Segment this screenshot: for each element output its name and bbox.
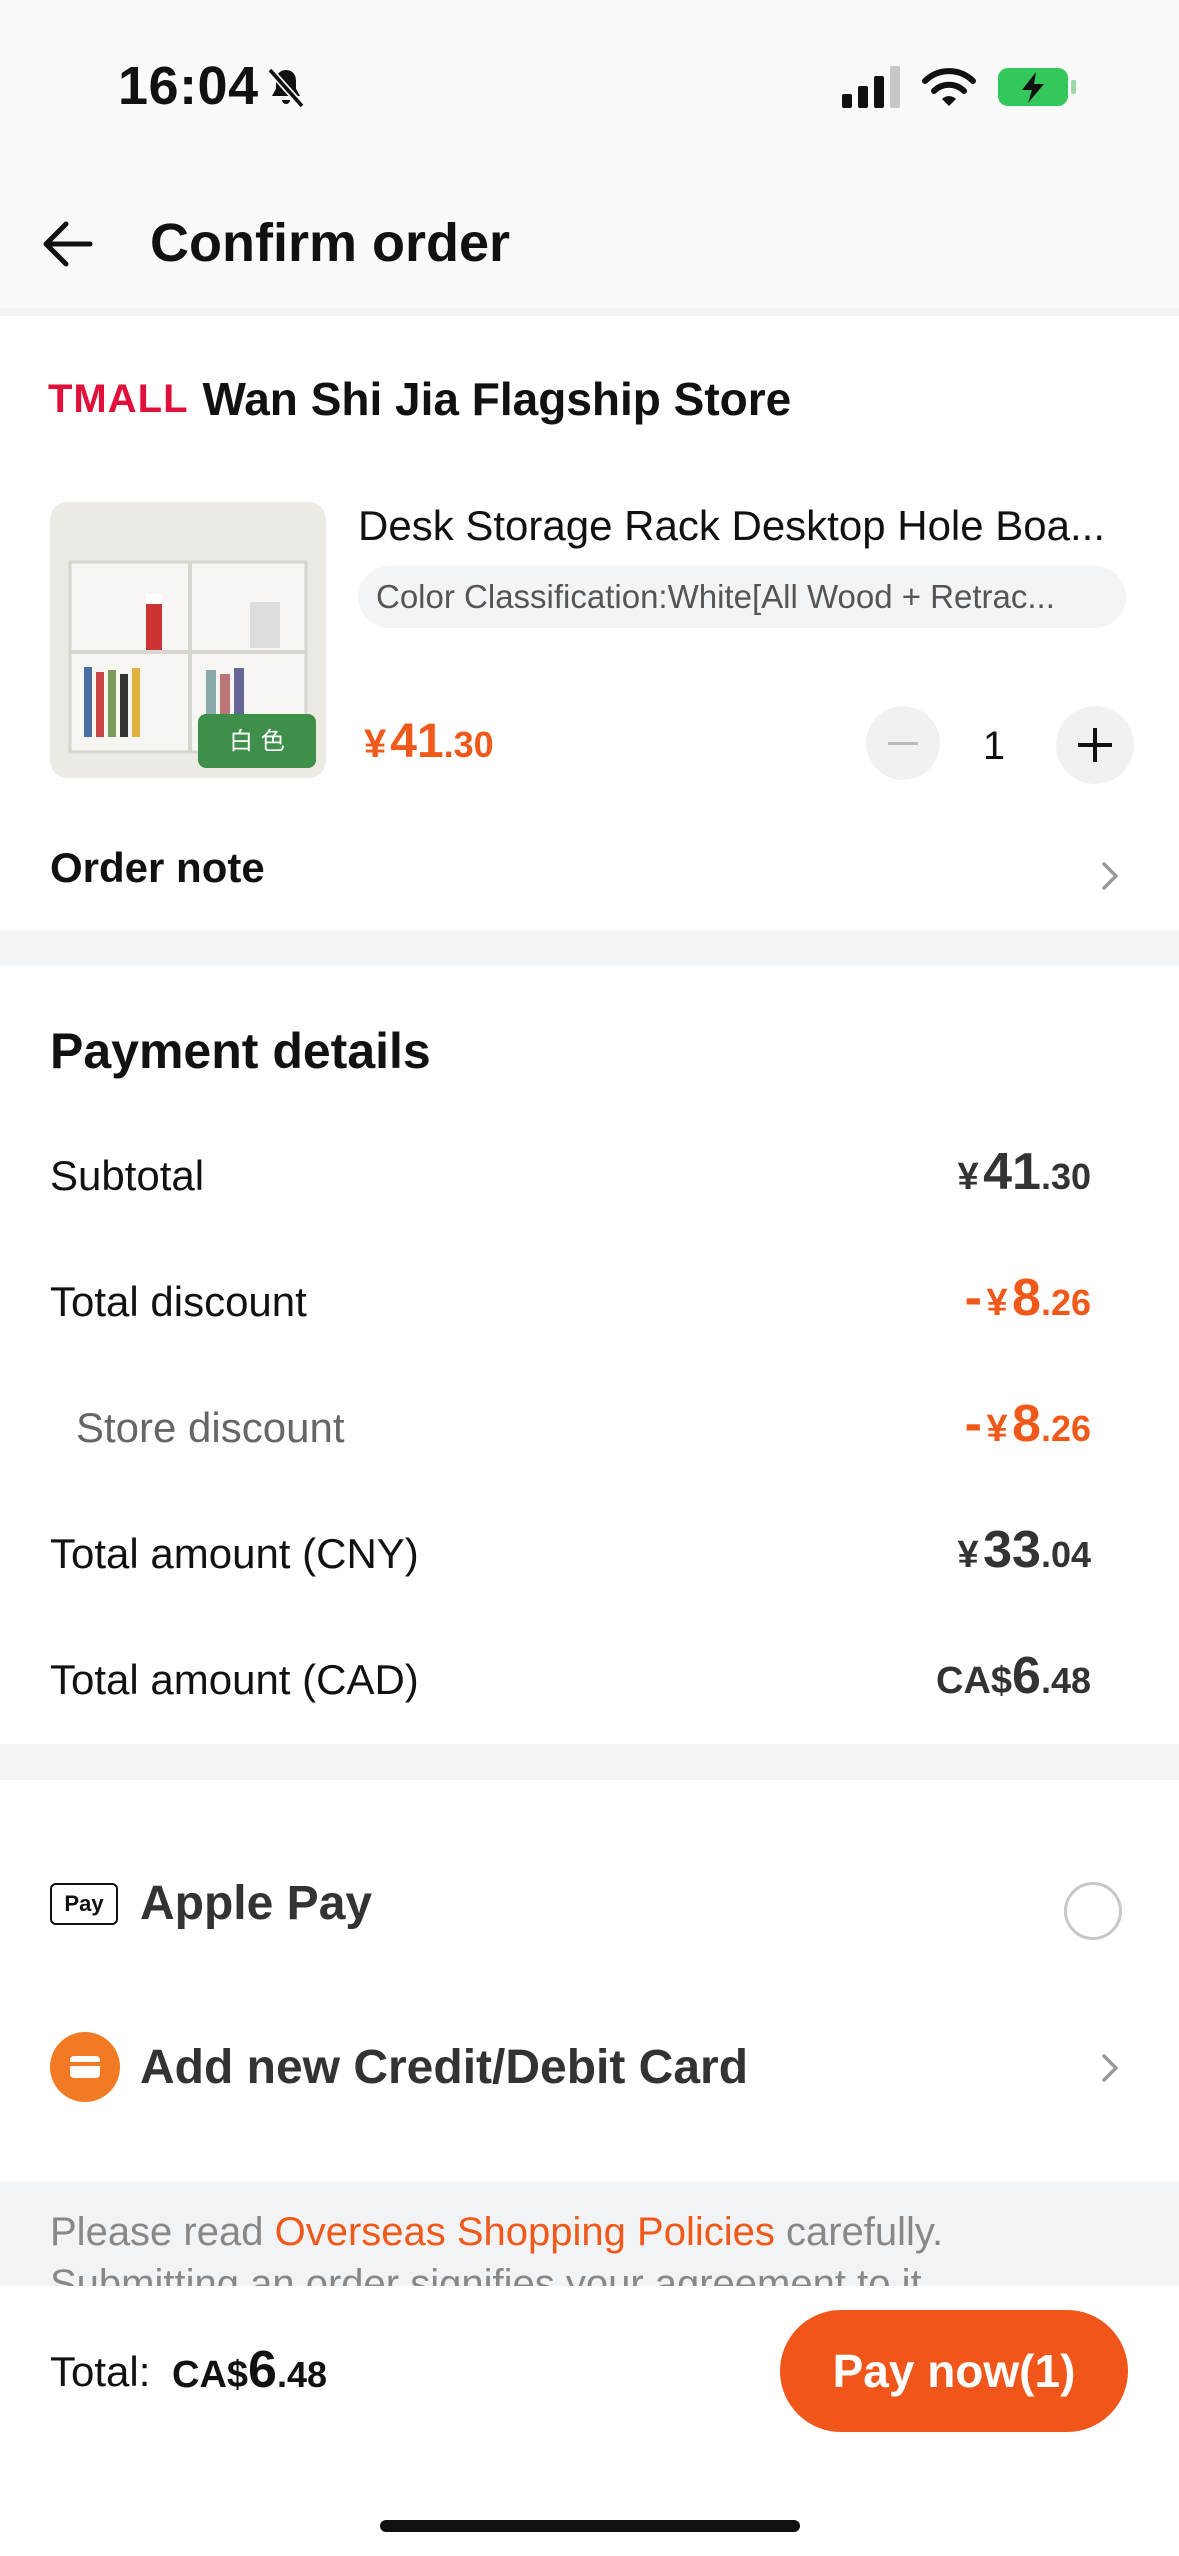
subtotal-label: Subtotal <box>50 1152 205 1199</box>
credit-card-icon <box>50 2032 120 2102</box>
notice-suffix: carefully. <box>774 2210 944 2254</box>
total-cny-value: ¥ 33.04 <box>957 1521 1091 1579</box>
cellular-signal-icon <box>842 66 900 108</box>
wifi-icon <box>922 68 976 106</box>
product-thumbnail[interactable]: 白 色 <box>50 502 326 778</box>
header: Confirm order <box>0 176 1179 308</box>
apple-pay-logo-icon: Pay <box>50 1882 118 1925</box>
store-discount-label: Store discount <box>76 1404 345 1451</box>
chevron-right-icon[interactable] <box>1090 856 1130 896</box>
total-discount-value: - ¥ 8.26 <box>964 1269 1091 1327</box>
quantity-value[interactable]: 1 <box>958 706 1030 786</box>
product-color-badge: 白 色 <box>198 714 316 768</box>
unit-price-dec: .30 <box>443 724 494 765</box>
product-sku[interactable]: Color Classification:White[All Wood + Re… <box>358 566 1126 628</box>
subtotal-value: ¥ 41.30 <box>957 1143 1091 1201</box>
home-indicator <box>380 2520 800 2532</box>
total-discount-label: Total discount <box>50 1278 307 1325</box>
page-title: Confirm order <box>150 213 511 273</box>
status-bar: 16:04 <box>0 0 1179 176</box>
total-cad-label: Total amount (CAD) <box>50 1656 419 1703</box>
payment-methods-card: Pay Apple Pay Add new Credit/Debit Card <box>0 1780 1179 2182</box>
store-discount-value: - ¥ 8.26 <box>964 1395 1091 1453</box>
payment-details-title: Payment details <box>50 1023 431 1079</box>
arrow-left-icon[interactable] <box>30 206 106 282</box>
apple-pay-logo-text: Pay <box>64 1890 104 1916</box>
total-label: Total: <box>50 2348 151 2395</box>
unit-price-int: 41 <box>390 715 444 768</box>
chevron-right-icon[interactable] <box>1090 2048 1130 2088</box>
apple-pay-radio[interactable] <box>1064 1882 1122 1940</box>
tmall-logo: TMALL <box>48 376 189 421</box>
store-card: TMALL Wan Shi Jia Flagship Store 白 色 Des… <box>0 316 1179 930</box>
quantity-increase-button[interactable] <box>1056 706 1134 784</box>
policies-notice: Please read Overseas Shopping Policies c… <box>50 2210 943 2255</box>
payment-details-card: Payment details Subtotal ¥ 41.30 Total d… <box>0 966 1179 1744</box>
apple-pay-label: Apple Pay <box>140 1877 373 1930</box>
store-name[interactable]: Wan Shi Jia Flagship Store <box>203 372 792 426</box>
product-title[interactable]: Desk Storage Rack Desktop Hole Boa... <box>358 502 1118 550</box>
battery-charging-icon <box>998 68 1076 106</box>
quantity-decrease-button[interactable] <box>866 706 940 780</box>
pay-now-button[interactable]: Pay now(1) <box>780 2310 1128 2432</box>
unit-price: ¥41.30 <box>364 714 494 769</box>
total-value: CA$6.48 <box>172 2341 327 2399</box>
bell-slash-icon <box>267 67 305 109</box>
total-cad-value: CA$6.48 <box>936 1647 1091 1705</box>
status-time: 16:04 <box>118 56 259 116</box>
add-card-label[interactable]: Add new Credit/Debit Card <box>140 2040 748 2095</box>
bottom-bar: Total: CA$6.48 Pay now(1) <box>0 2286 1179 2556</box>
unit-price-symbol: ¥ <box>364 722 387 766</box>
order-note-label[interactable]: Order note <box>50 844 265 892</box>
total-cny-label: Total amount (CNY) <box>50 1530 419 1577</box>
store-header: TMALL Wan Shi Jia Flagship Store <box>48 372 791 426</box>
apple-pay-option[interactable]: Pay Apple Pay <box>50 1876 372 1931</box>
notice-prefix: Please read <box>50 2210 275 2254</box>
overseas-policies-link[interactable]: Overseas Shopping Policies <box>275 2210 775 2254</box>
